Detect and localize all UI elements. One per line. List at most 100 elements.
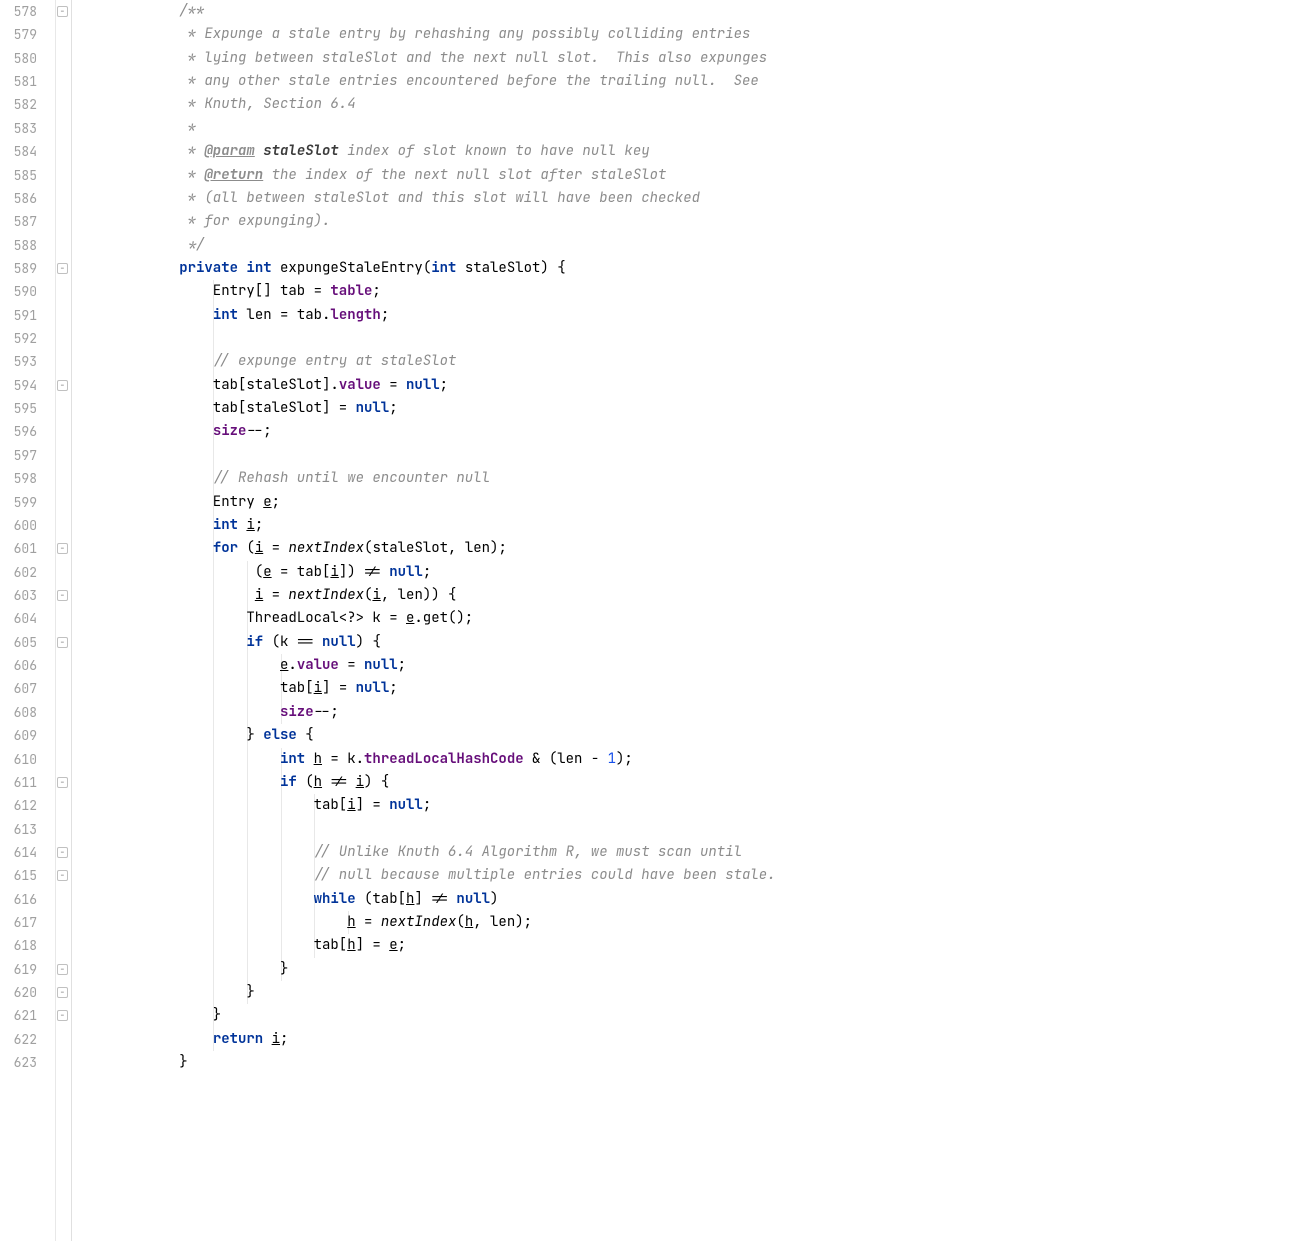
- fold-toggle-icon[interactable]: −: [57, 847, 68, 858]
- code-token: staleSlot: [263, 142, 339, 160]
- line-number: 597: [0, 444, 55, 467]
- code-line[interactable]: size--;: [112, 420, 1296, 443]
- code-line[interactable]: * for expunging).: [112, 210, 1296, 233]
- code-token: e: [263, 563, 271, 581]
- fold-toggle-icon[interactable]: −: [57, 543, 68, 554]
- code-line[interactable]: ThreadLocal<?> k = e.get();: [112, 607, 1296, 630]
- code-token: null: [456, 890, 490, 908]
- code-token: [112, 703, 280, 721]
- code-line[interactable]: int h = k.threadLocalHashCode & (len - 1…: [112, 748, 1296, 771]
- code-line[interactable]: */: [112, 234, 1296, 257]
- code-line[interactable]: tab[staleSlot] = null;: [112, 397, 1296, 420]
- code-token: ;: [389, 399, 397, 417]
- code-line[interactable]: * @return the index of the next null slo…: [112, 164, 1296, 187]
- code-token: , len)) {: [381, 586, 457, 604]
- code-line[interactable]: return i;: [112, 1028, 1296, 1051]
- code-token: i: [246, 516, 254, 534]
- code-token: ) {: [356, 633, 381, 651]
- line-number: 595: [0, 397, 55, 420]
- code-token: ): [490, 890, 498, 908]
- line-number: 589: [0, 257, 55, 280]
- code-token: null: [364, 656, 398, 674]
- code-token: ] =: [322, 679, 356, 697]
- code-editor[interactable]: 5785795805815825835845855865875885895905…: [0, 0, 1296, 1241]
- fold-toggle-icon[interactable]: −: [57, 1010, 68, 1021]
- code-line[interactable]: while (tab[h] != null): [112, 888, 1296, 911]
- code-token: if: [280, 773, 297, 791]
- code-line[interactable]: size--;: [112, 701, 1296, 724]
- line-number: 623: [0, 1051, 55, 1074]
- code-line[interactable]: tab[staleSlot].value = null;: [112, 374, 1296, 397]
- code-line[interactable]: int i;: [112, 514, 1296, 537]
- code-token: =: [381, 376, 406, 394]
- code-line[interactable]: [112, 327, 1296, 350]
- code-line[interactable]: // expunge entry at staleSlot: [112, 350, 1296, 373]
- code-token: ] =: [356, 796, 390, 814]
- fold-toggle-icon[interactable]: −: [57, 6, 68, 17]
- code-line[interactable]: * Knuth, Section 6.4: [112, 93, 1296, 116]
- code-line[interactable]: if (k == null) {: [112, 631, 1296, 654]
- code-line[interactable]: }: [112, 958, 1296, 981]
- code-token: [305, 750, 313, 768]
- code-line[interactable]: tab[h] = e;: [112, 934, 1296, 957]
- fold-toggle-icon[interactable]: −: [57, 964, 68, 975]
- code-line[interactable]: * (all between staleSlot and this slot w…: [112, 187, 1296, 210]
- code-line[interactable]: private int expungeStaleEntry(int staleS…: [112, 257, 1296, 280]
- code-line[interactable]: int len = tab.length;: [112, 304, 1296, 327]
- code-token: nextIndex: [288, 586, 364, 604]
- code-token: (: [456, 913, 464, 931]
- fold-toggle-icon[interactable]: −: [57, 590, 68, 601]
- fold-toggle-icon[interactable]: −: [57, 777, 68, 788]
- code-line[interactable]: /**: [112, 0, 1296, 23]
- code-line[interactable]: // Unlike Knuth 6.4 Algorithm R, we must…: [112, 841, 1296, 864]
- code-token: ;: [381, 306, 389, 324]
- code-token: for: [213, 539, 238, 557]
- line-number: 619: [0, 958, 55, 981]
- code-token: [263, 1030, 271, 1048]
- code-area[interactable]: /** * Expunge a stale entry by rehashing…: [110, 0, 1296, 1241]
- fold-toggle-icon[interactable]: −: [57, 263, 68, 274]
- code-line[interactable]: // null because multiple entries could h…: [112, 864, 1296, 887]
- indent-guide: [213, 444, 214, 467]
- line-number: 605: [0, 631, 55, 654]
- line-number: 598: [0, 467, 55, 490]
- fold-toggle-icon[interactable]: −: [57, 987, 68, 998]
- fold-toggle-icon[interactable]: −: [57, 870, 68, 881]
- fold-toggle-icon[interactable]: −: [57, 637, 68, 648]
- left-margin: [72, 0, 110, 1241]
- code-line[interactable]: * @param staleSlot index of slot known t…: [112, 140, 1296, 163]
- code-line[interactable]: tab[i] = null;: [112, 677, 1296, 700]
- code-token: * any other stale entries encountered be…: [112, 72, 759, 90]
- line-number: 587: [0, 210, 55, 233]
- code-token: tab[: [112, 796, 347, 814]
- code-line[interactable]: } else {: [112, 724, 1296, 747]
- code-line[interactable]: }: [112, 1051, 1296, 1074]
- code-line[interactable]: }: [112, 1004, 1296, 1027]
- fold-toggle-icon[interactable]: −: [57, 380, 68, 391]
- code-line[interactable]: [112, 444, 1296, 467]
- code-line[interactable]: (e = tab[i]) != null;: [112, 561, 1296, 584]
- code-line[interactable]: [112, 818, 1296, 841]
- code-line[interactable]: for (i = nextIndex(staleSlot, len);: [112, 537, 1296, 560]
- code-line[interactable]: // Rehash until we encounter null: [112, 467, 1296, 490]
- code-line[interactable]: if (h != i) {: [112, 771, 1296, 794]
- code-line[interactable]: * lying between staleSlot and the next n…: [112, 47, 1296, 70]
- code-token: expungeStaleEntry(: [272, 259, 432, 277]
- code-line[interactable]: * any other stale entries encountered be…: [112, 70, 1296, 93]
- code-line[interactable]: Entry[] tab = table;: [112, 280, 1296, 303]
- code-line[interactable]: tab[i] = null;: [112, 794, 1296, 817]
- line-number: 609: [0, 724, 55, 747]
- code-line[interactable]: *: [112, 117, 1296, 140]
- code-token: [112, 773, 280, 791]
- code-line[interactable]: }: [112, 981, 1296, 1004]
- code-line[interactable]: e.value = null;: [112, 654, 1296, 677]
- code-line[interactable]: h = nextIndex(h, len);: [112, 911, 1296, 934]
- code-token: ;: [398, 656, 406, 674]
- code-line[interactable]: Entry e;: [112, 491, 1296, 514]
- code-token: null: [322, 633, 356, 651]
- code-line[interactable]: i = nextIndex(i, len)) {: [112, 584, 1296, 607]
- fold-column[interactable]: − − − − − − − − − − − −: [56, 0, 72, 1241]
- indent-guide: [213, 327, 214, 350]
- code-token: [112, 656, 280, 674]
- code-line[interactable]: * Expunge a stale entry by rehashing any…: [112, 23, 1296, 46]
